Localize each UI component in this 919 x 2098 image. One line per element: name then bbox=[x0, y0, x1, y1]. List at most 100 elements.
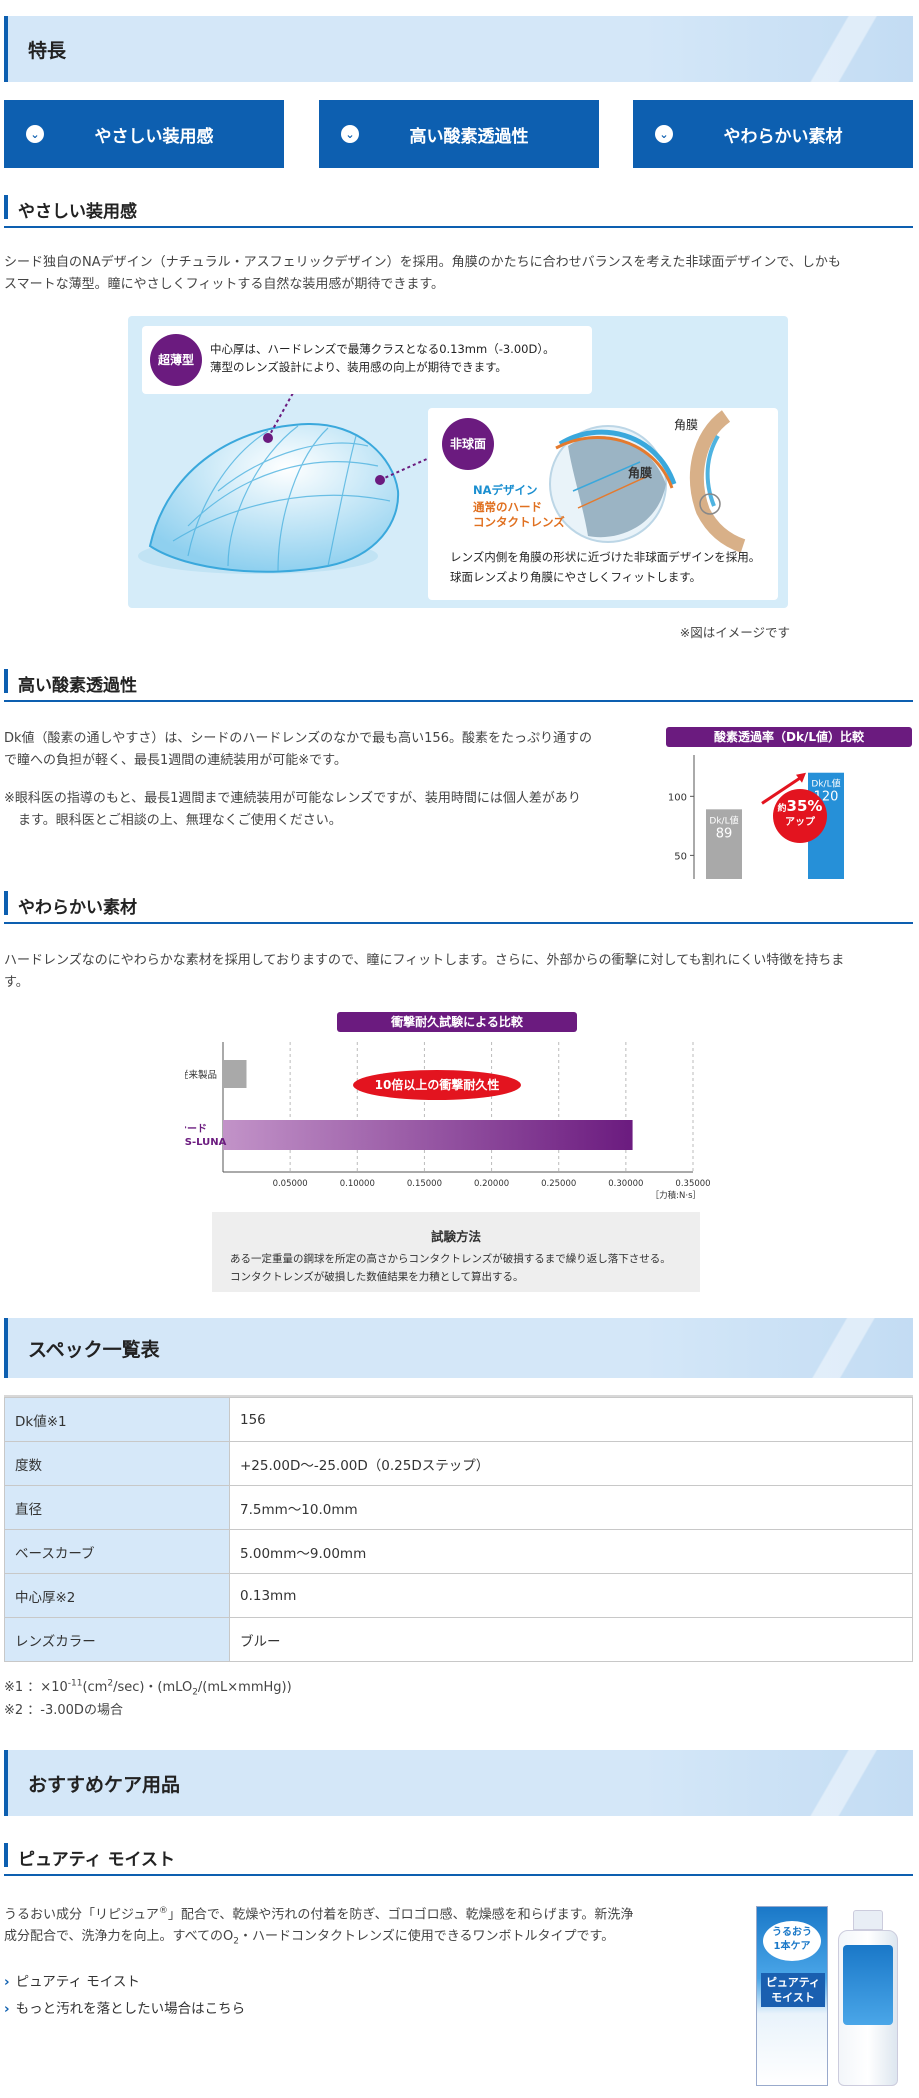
spec-row: 度数 +25.00D〜-25.00D（0.25Dステップ） bbox=[4, 1441, 913, 1486]
badge-suffix: アップ bbox=[785, 817, 815, 828]
bottle-label bbox=[843, 1945, 893, 2025]
oxygen-chart: 酸素透過率（Dk/L値）比較 50 100 Dk/L値 89 Dk/L値 120 約35%… bbox=[666, 727, 912, 882]
care-text-line1: うるおい成分「リピジュア®」配合で、乾燥や汚れの付着を防ぎ、ゴロゴロ感、乾燥感を… bbox=[4, 1900, 694, 1926]
care-heading-text: ピュアティ モイスト bbox=[18, 1849, 176, 1870]
spec-key: 直径 bbox=[4, 1485, 230, 1530]
spec-value: 0.13mm bbox=[229, 1573, 913, 1618]
bar-label: Dk/L値 bbox=[709, 814, 738, 826]
spec-key: ベースカーブ bbox=[4, 1529, 230, 1574]
oxygen-text-line1: Dk値（酸素の通しやすさ）は、シードのハードレンズのなかで最も高い156。酸素を… bbox=[4, 731, 592, 746]
test-method-line1: ある一定重量の鋼球を所定の高さからコンタクトレンズが破損するまで繰り返し落下させ… bbox=[230, 1253, 671, 1265]
spec-note-1: ※1 ：×10-11(cm2/sec)・(mLO2/(mL×mmHg)) bbox=[4, 1676, 292, 1698]
oxygen-note-line2: ます。眼科医とご相談の上、無理なくご使用ください。 bbox=[18, 813, 342, 828]
spec-value: 156 bbox=[229, 1397, 913, 1442]
x-tick-label: 0.20000 bbox=[474, 1179, 509, 1189]
oxygen-text-line2: で瞳への負担が軽く、最長1週間の連続装用が可能※です。 bbox=[4, 753, 347, 768]
spec-row: Dk値※1 156 bbox=[4, 1397, 913, 1442]
spec-row: 直径 7.5mm〜10.0mm bbox=[4, 1485, 913, 1530]
product-link-cleaner-label: もっと汚れを落としたい場合はこちら bbox=[15, 2001, 246, 2017]
note1-mid2: /sec)・(mLO bbox=[113, 1680, 193, 1695]
spec-note-2: ※2 ：-3.00Dの場合 bbox=[4, 1703, 123, 1718]
oxygen-heading-text: 高い酸素透過性 bbox=[18, 675, 137, 696]
feature-button-comfort[interactable]: ⌄ やさしい装用感 bbox=[4, 100, 284, 168]
care-text-1b: 」配合で、乾燥や汚れの付着を防ぎ、ゴロゴロ感、乾燥感を和らげます。新洗浄 bbox=[167, 1907, 634, 1923]
feature-button-oxygen[interactable]: ⌄ 高い酸素透過性 bbox=[319, 100, 599, 168]
care-title: おすすめケア用品 bbox=[28, 1773, 181, 1796]
aspheric-badge-text: 非球面 bbox=[449, 437, 486, 451]
aspheric-text-line1: レンズ内側を角膜の形状に近づけた非球面デザインを採用。 bbox=[450, 550, 761, 564]
normal-lens-line2: コンタクトレンズ bbox=[473, 515, 565, 529]
product-bottle bbox=[838, 1910, 898, 2086]
product-link-cleaner[interactable]: › もっと汚れを落としたい場合はこちら bbox=[4, 1997, 245, 2017]
chevron-down-icon: ⌄ bbox=[655, 125, 673, 143]
care-text-2b: ・ハードコンタクトレンズに使用できるワンボトルタイプです。 bbox=[239, 1929, 615, 1945]
band-decoration bbox=[763, 1750, 913, 1816]
bar-0 bbox=[223, 1060, 247, 1088]
image-note: ※図はイメージです bbox=[679, 625, 790, 640]
features-title: 特長 bbox=[28, 39, 67, 62]
comfort-heading-text: やさしい装用感 bbox=[18, 201, 137, 222]
spec-key: レンズカラー bbox=[4, 1617, 230, 1662]
band-decoration bbox=[763, 1318, 913, 1378]
spec-key: Dk値※1 bbox=[4, 1397, 230, 1442]
spec-value: ブルー bbox=[229, 1617, 913, 1662]
test-method-line2: コンタクトレンズが破損した数値結果を力積として算出する。 bbox=[230, 1271, 524, 1283]
product-box: うるおう 1本ケア ピュアティ モイスト bbox=[756, 1906, 828, 2086]
comfort-description: シード独自のNAデザイン（ナチュラル・アスフェリックデザイン）を採用。角膜のかた… bbox=[4, 252, 913, 296]
feature-button-soft[interactable]: ⌄ やわらかい素材 bbox=[633, 100, 913, 168]
feature-button-label: 高い酸素透過性 bbox=[409, 126, 529, 147]
care-description: うるおい成分「リピジュア®」配合で、乾燥や汚れの付着を防ぎ、ゴロゴロ感、乾燥感を… bbox=[4, 1900, 694, 1953]
badge-prefix: 約 bbox=[777, 804, 787, 814]
box-name-2: モイスト bbox=[771, 1991, 815, 2004]
care-text-line2: 成分配合で、洗浄力を向上。すべてのO2・ハードコンタクトレンズに使用できるワンボ… bbox=[4, 1926, 694, 1953]
note1-prefix: ※1 ：×10 bbox=[4, 1680, 68, 1695]
chevron-right-icon: › bbox=[4, 1974, 10, 1990]
spec-row: レンズカラー ブルー bbox=[4, 1617, 913, 1662]
product-link-moist[interactable]: › ピュアティ モイスト bbox=[4, 1970, 140, 1990]
registered-mark: ® bbox=[158, 1906, 168, 1916]
aspheric-text-line2: 球面レンズより角膜にやさしくフィットします。 bbox=[450, 570, 702, 584]
thin-text-line1: 中心厚は、ハードレンズで最薄クラスとなる0.13mm（-3.00D）。 bbox=[210, 342, 555, 356]
cornea-label-big: 角膜 bbox=[628, 466, 653, 480]
soft-heading-text: やわらかい素材 bbox=[18, 897, 137, 918]
test-method-box: 試験方法 ある一定重量の鋼球を所定の高さからコンタクトレンズが破損するまで繰り返… bbox=[212, 1212, 700, 1292]
product-box-name: ピュアティ モイスト bbox=[761, 1973, 825, 2007]
category-label: 当社従来製品 bbox=[185, 1069, 217, 1081]
product-box-bubble: うるおう 1本ケア bbox=[763, 1921, 821, 1961]
page: 特長 ⌄ やさしい装用感 ⌄ 高い酸素透過性 ⌄ やわらかい素材 やさしい装用感… bbox=[0, 0, 919, 2098]
spec-key: 中心厚※2 bbox=[4, 1573, 230, 1618]
bar-label: Dk/L値 bbox=[811, 778, 840, 790]
x-axis-unit: ［力積:N·s］ bbox=[651, 1190, 701, 1201]
product-image: うるおう 1本ケア ピュアティ モイスト bbox=[756, 1896, 916, 2092]
chevron-right-icon: › bbox=[4, 2001, 10, 2017]
box-text-1: うるおう bbox=[772, 1927, 812, 1938]
product-link-moist-label: ピュアティ モイスト bbox=[15, 1974, 140, 1990]
oxygen-increase-badge: 約35% アップ bbox=[773, 789, 827, 843]
x-tick-label: 0.35000 bbox=[675, 1179, 710, 1189]
impact-chart-title: 衝撃耐久試験による比較 bbox=[337, 1012, 577, 1032]
x-tick-label: 0.25000 bbox=[541, 1179, 576, 1189]
spec-row: 中心厚※2 0.13mm bbox=[4, 1573, 913, 1618]
y-tick-label: 50 bbox=[674, 851, 687, 862]
normal-lens-line1: 通常のハード bbox=[473, 500, 542, 514]
bottle-cap bbox=[853, 1910, 883, 1930]
category-label: シード bbox=[185, 1123, 207, 1135]
impact-chart: 衝撃耐久試験による比較 0.05000 0.10000 0.15000 0.20000… bbox=[185, 1012, 725, 1202]
note1-exponent: -11 bbox=[67, 1678, 83, 1689]
impact-callout: 10倍以上の衝撃耐久性 bbox=[353, 1070, 521, 1100]
care-heading: ピュアティ モイスト bbox=[4, 1840, 913, 1876]
box-text-2: 1本ケア bbox=[773, 1941, 811, 1952]
care-section-header: おすすめケア用品 bbox=[4, 1750, 913, 1816]
oxygen-description: Dk値（酸素の通しやすさ）は、シードのハードレンズのなかで最も高い156。酸素を… bbox=[4, 728, 644, 772]
x-tick-label: 0.30000 bbox=[608, 1179, 643, 1189]
box-name-1: ピュアティ bbox=[765, 1976, 821, 1989]
lens-diagram: 超薄型 中心厚は、ハードレンズで最薄クラスとなる0.13mm（-3.00D）。 … bbox=[128, 316, 788, 608]
bar-value: 89 bbox=[716, 826, 733, 841]
chevron-down-icon: ⌄ bbox=[341, 125, 359, 143]
spec-value: 5.00mm〜9.00mm bbox=[229, 1529, 913, 1574]
soft-text-line1: ハードレンズなのにやわらかな素材を採用しておりますので、瞳にフィットします。さら… bbox=[4, 953, 845, 968]
x-tick-label: 0.10000 bbox=[340, 1179, 375, 1189]
bottle-body bbox=[838, 1930, 898, 2086]
feature-button-label: やわらかい素材 bbox=[723, 126, 843, 147]
soft-heading: やわらかい素材 bbox=[4, 888, 913, 924]
